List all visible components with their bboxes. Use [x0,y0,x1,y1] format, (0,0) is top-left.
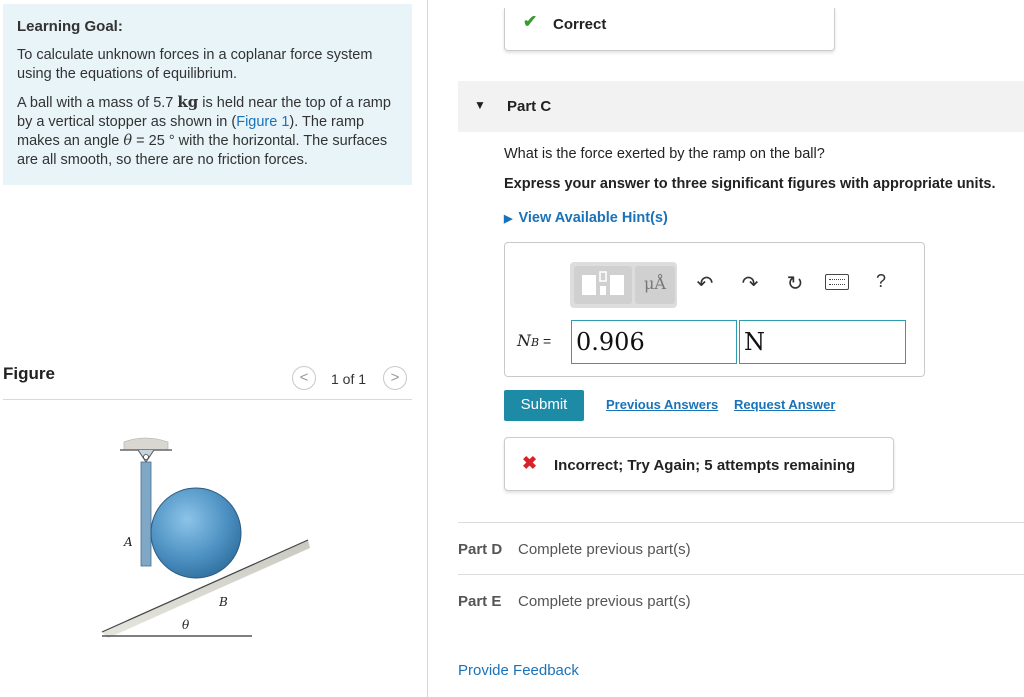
view-hints-label: View Available Hint(s) [518,210,668,226]
answer-box: μÅ ↶ ↷ ↻ ? NB = 0.906 N [504,242,925,377]
request-answer-link[interactable]: Request Answer [734,397,835,412]
templates-button[interactable] [574,266,632,304]
part-d-status: Complete previous part(s) [518,541,691,558]
unit-input[interactable]: N [739,320,906,364]
figure-header: Figure < 1 of 1 > [3,362,412,400]
units-button[interactable]: μÅ [635,266,675,304]
undo-icon[interactable]: ↶ [693,271,717,296]
x-icon: ✖ [522,453,538,473]
problem-statement: A ball with a mass of 5.7 kg is held nea… [17,93,398,170]
keyboard-icon[interactable] [825,274,849,290]
variable-name: N [517,331,531,350]
incorrect-feedback: ✖ Incorrect; Try Again; 5 attempts remai… [504,437,894,491]
theta-symbol: θ [123,133,133,149]
previous-answers-link[interactable]: Previous Answers [606,397,718,412]
next-figure-button[interactable]: > [383,366,407,390]
figure-image: A B θ [101,437,310,638]
problem-text-1: A ball with a mass of 5.7 [17,95,178,111]
correct-text: Correct [553,16,607,33]
stopper-pin [143,454,149,460]
templates-icon [582,271,624,295]
caret-right-icon: ▶ [504,213,513,225]
label-a: A [123,535,133,549]
variable-label: NB = [517,331,551,350]
feedback-text: Incorrect; Try Again; 5 attempts remaini… [554,457,856,474]
figure-link[interactable]: Figure 1 [236,114,289,130]
figure-count: 1 of 1 [331,371,367,387]
ball [150,487,242,579]
redo-icon[interactable]: ↷ [738,271,762,296]
previous-figure-button[interactable]: < [292,366,316,390]
question-text: What is the force exerted by the ramp on… [504,146,825,162]
label-theta: θ [182,618,190,632]
learning-goal-heading: Learning Goal: [17,18,123,35]
ceiling-block [123,437,169,451]
learning-goal-text: To calculate unknown forces in a coplana… [17,47,373,82]
instruction-text: Express your answer to three significant… [504,176,996,192]
submit-button[interactable]: Submit [504,390,584,421]
correct-banner: ✔ Correct [504,8,835,51]
learning-goal-box: Learning Goal: To calculate unknown forc… [3,4,412,185]
mass-unit: kg [177,93,199,111]
label-b: B [218,595,228,609]
help-icon[interactable]: ? [869,271,893,292]
reset-icon[interactable]: ↻ [783,271,807,296]
variable-subscript: B [531,336,540,349]
left-panel: Learning Goal: To calculate unknown forc… [0,0,427,697]
value-input[interactable]: 0.906 [571,320,737,364]
stopper-bar [140,461,152,567]
column-divider [427,0,428,697]
part-e-label: Part E [458,593,502,610]
check-icon: ✔ [523,12,538,31]
provide-feedback-link[interactable]: Provide Feedback [458,662,579,679]
part-c-header[interactable]: ▼ Part C [458,81,1024,132]
math-toolbar: μÅ [570,262,677,308]
part-d-row: Part D Complete previous part(s) [458,522,1024,574]
part-e-row: Part E Complete previous part(s) [458,574,1024,626]
figure-title: Figure [3,364,55,383]
view-hints-link[interactable]: ▶ View Available Hint(s) [504,210,668,226]
part-c-title: Part C [507,98,552,115]
equals-sign: = [539,333,552,349]
part-e-status: Complete previous part(s) [518,593,691,610]
part-d-label: Part D [458,541,503,558]
caret-down-icon: ▼ [474,98,486,112]
